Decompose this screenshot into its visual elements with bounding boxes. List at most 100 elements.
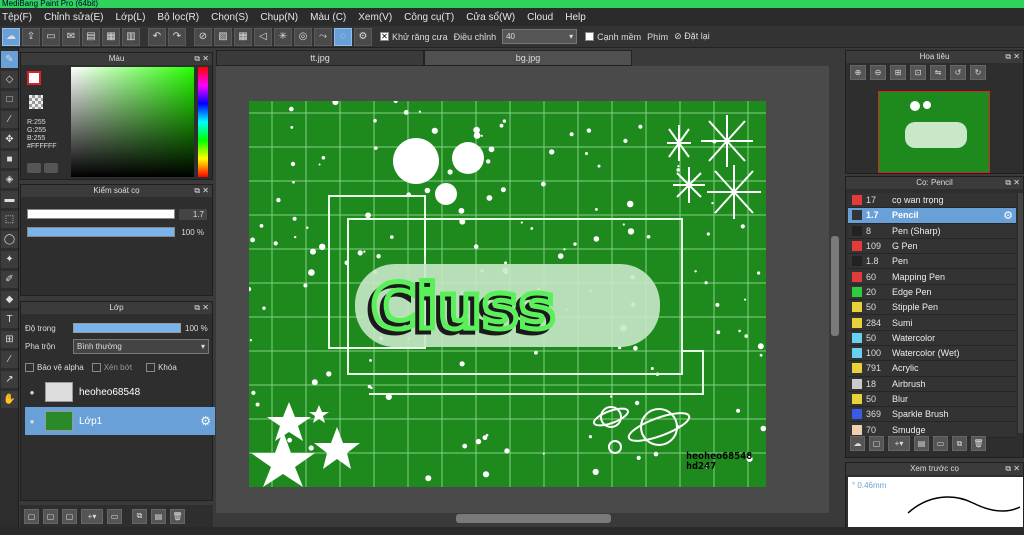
menu-view[interactable]: Xem(V) — [358, 12, 392, 23]
new-brush-icon[interactable]: ▢ — [869, 436, 884, 451]
horizontal-scrollbar[interactable] — [216, 513, 840, 524]
pen-tool-icon[interactable]: ✎ — [1, 51, 18, 68]
actual-size-icon[interactable]: ⊡ — [910, 64, 926, 80]
brush-item[interactable]: 369 Sparkle Brush — [848, 407, 1016, 423]
brush-item[interactable]: 1.8 Pen — [848, 254, 1016, 270]
adjust-select[interactable]: 40 — [502, 29, 578, 44]
select-tool-icon[interactable]: ⬚ — [1, 211, 18, 228]
layer-row[interactable]: ● heoheo68548 — [25, 378, 215, 406]
merge-layer-icon[interactable]: ▤ — [151, 508, 166, 524]
magic-wand-tool-icon[interactable]: ✦ — [1, 251, 18, 268]
brush-item[interactable]: 791 Acrylic — [848, 361, 1016, 377]
trash-icon[interactable]: 🗑 — [971, 436, 986, 451]
menu-color[interactable]: Màu (C) — [310, 12, 346, 23]
parallel-snap-icon[interactable]: ▨ — [214, 27, 232, 46]
fit-window-icon[interactable]: ⊞ — [890, 64, 906, 80]
panel-close-icon[interactable]: ⧉ ✕ — [1005, 463, 1020, 475]
brush-item[interactable]: 18 Airbrush — [848, 376, 1016, 392]
tab-tt[interactable]: tt.jpg — [216, 50, 424, 66]
brush-list-scrollbar[interactable] — [1018, 193, 1023, 433]
brush-item[interactable]: 284 Sumi — [848, 315, 1016, 331]
share-icon[interactable]: ⇪ — [22, 27, 40, 46]
brush-item[interactable]: 50 Stipple Pen — [848, 300, 1016, 316]
brush-size-value[interactable]: 1.7 — [179, 208, 207, 220]
folder-icon[interactable]: ▭ — [107, 508, 122, 524]
chat-icon[interactable]: ✉ — [62, 27, 80, 46]
circle-snap-icon[interactable]: ◎ — [294, 27, 312, 46]
grid-snap-icon[interactable]: ▦ — [234, 27, 252, 46]
protect-alpha-checkbox[interactable] — [25, 362, 34, 372]
new-layer-icon[interactable]: ▢ — [24, 508, 39, 524]
canh-mem-checkbox[interactable] — [585, 32, 595, 41]
brush-item[interactable]: 1.7 Pencil ⚙ — [848, 208, 1016, 224]
reset-button[interactable]: ⊘ Đặt lại — [674, 31, 710, 42]
brush-item[interactable]: 50 Watercolor — [848, 330, 1016, 346]
hue-slider[interactable] — [198, 67, 208, 177]
concentric-snap-icon[interactable]: ◌ — [334, 27, 352, 46]
redo-icon[interactable]: ↷ — [168, 27, 186, 46]
pick-tool-icon[interactable]: ↗ — [1, 371, 18, 388]
antialias-checkbox[interactable]: ✕ — [380, 32, 389, 41]
brush-item[interactable]: 17 cọ wan trọng — [848, 193, 1016, 209]
layer-row[interactable]: ● Lớp1 ⚙ — [25, 407, 215, 435]
menu-select[interactable]: Chọn(S) — [211, 12, 248, 23]
brush-opacity-slider[interactable] — [27, 227, 175, 237]
layer-opacity-slider[interactable] — [73, 323, 181, 333]
brush-settings-icon[interactable]: ▤ — [914, 436, 929, 451]
duplicate-brush-icon[interactable]: ⧉ — [952, 436, 967, 451]
brush-folder-icon[interactable]: ▭ — [933, 436, 948, 451]
brush-item[interactable]: 8 Pen (Sharp) — [848, 223, 1016, 239]
brush-tool-icon[interactable]: ⁄ — [1, 111, 18, 128]
panel-close-icon[interactable]: ⧉ ✕ — [194, 53, 209, 65]
navigator-preview[interactable] — [878, 91, 990, 173]
rotate-right-icon[interactable]: ↻ — [970, 64, 986, 80]
eye-icon[interactable]: ● — [25, 388, 39, 397]
add-layer-menu-icon[interactable]: +▾ — [81, 508, 103, 524]
eyedropper-tool-icon[interactable]: ⁄ — [1, 351, 18, 368]
new-layer-8bit-icon[interactable]: ▢ — [43, 508, 58, 524]
zoom-in-icon[interactable]: ⊕ — [850, 64, 866, 80]
undo-icon[interactable]: ↶ — [148, 27, 166, 46]
lock-checkbox[interactable] — [146, 362, 156, 372]
brush-item[interactable]: 60 Mapping Pen — [848, 269, 1016, 285]
divide-tool-icon[interactable]: ⊞ — [1, 331, 18, 348]
menu-file[interactable]: Tệp(F) — [2, 12, 32, 23]
menu-help[interactable]: Help — [565, 12, 586, 23]
menu-tools[interactable]: Công cụ(T) — [404, 12, 454, 23]
rotate-left-icon[interactable]: ↺ — [950, 64, 966, 80]
fill-rect-tool-icon[interactable]: ■ — [1, 151, 18, 168]
saturation-value-picker[interactable] — [71, 67, 194, 177]
panel-close-icon[interactable]: ⧉ ✕ — [194, 302, 209, 314]
panel-close-icon[interactable]: ⧉ ✕ — [194, 185, 209, 197]
gear-icon[interactable]: ⚙ — [1003, 209, 1013, 222]
comment-icon[interactable]: ▭ — [42, 27, 60, 46]
menu-snap[interactable]: Chụp(N) — [260, 12, 298, 23]
radial-snap-icon[interactable]: ✳ — [274, 27, 292, 46]
cloud-icon[interactable]: ☁ — [2, 27, 20, 46]
hand-tool-icon[interactable]: ✋ — [1, 391, 18, 408]
curve-snap-icon[interactable]: ⤳ — [314, 27, 332, 46]
menu-cloud[interactable]: Cloud — [527, 12, 553, 23]
cloud-brush-icon[interactable]: ☁ — [850, 436, 865, 451]
transparent-color-swatch[interactable] — [29, 95, 43, 109]
brush-item[interactable]: 100 Watercolor (Wet) — [848, 345, 1016, 362]
snap-settings-icon[interactable]: ⚙ — [354, 27, 372, 46]
tab-bg[interactable]: bg.jpg — [424, 50, 632, 66]
grid-icon[interactable]: ▦ — [102, 27, 120, 46]
color-palette-icon[interactable] — [27, 163, 41, 173]
vertical-scrollbar[interactable] — [829, 66, 840, 513]
panel-close-icon[interactable]: ⧉ ✕ — [1005, 177, 1020, 189]
brush-item[interactable]: 109 G Pen — [848, 238, 1016, 255]
rectangle-tool-icon[interactable]: □ — [1, 91, 18, 108]
layout-icon[interactable]: ▥ — [122, 27, 140, 46]
menu-filter[interactable]: Bộ lọc(R) — [157, 12, 199, 23]
blend-mode-select[interactable]: Bình thường — [73, 338, 209, 354]
color-settings-icon[interactable] — [44, 163, 58, 173]
clip-checkbox[interactable] — [91, 362, 101, 372]
bucket-tool-icon[interactable]: ◈ — [1, 171, 18, 188]
new-layer-1bit-icon[interactable]: ▢ — [62, 508, 77, 524]
duplicate-layer-icon[interactable]: ⧉ — [132, 508, 147, 524]
zoom-out-icon[interactable]: ⊖ — [870, 64, 886, 80]
menu-layer[interactable]: Lớp(L) — [116, 12, 146, 23]
lasso-tool-icon[interactable]: ◯ — [1, 231, 18, 248]
